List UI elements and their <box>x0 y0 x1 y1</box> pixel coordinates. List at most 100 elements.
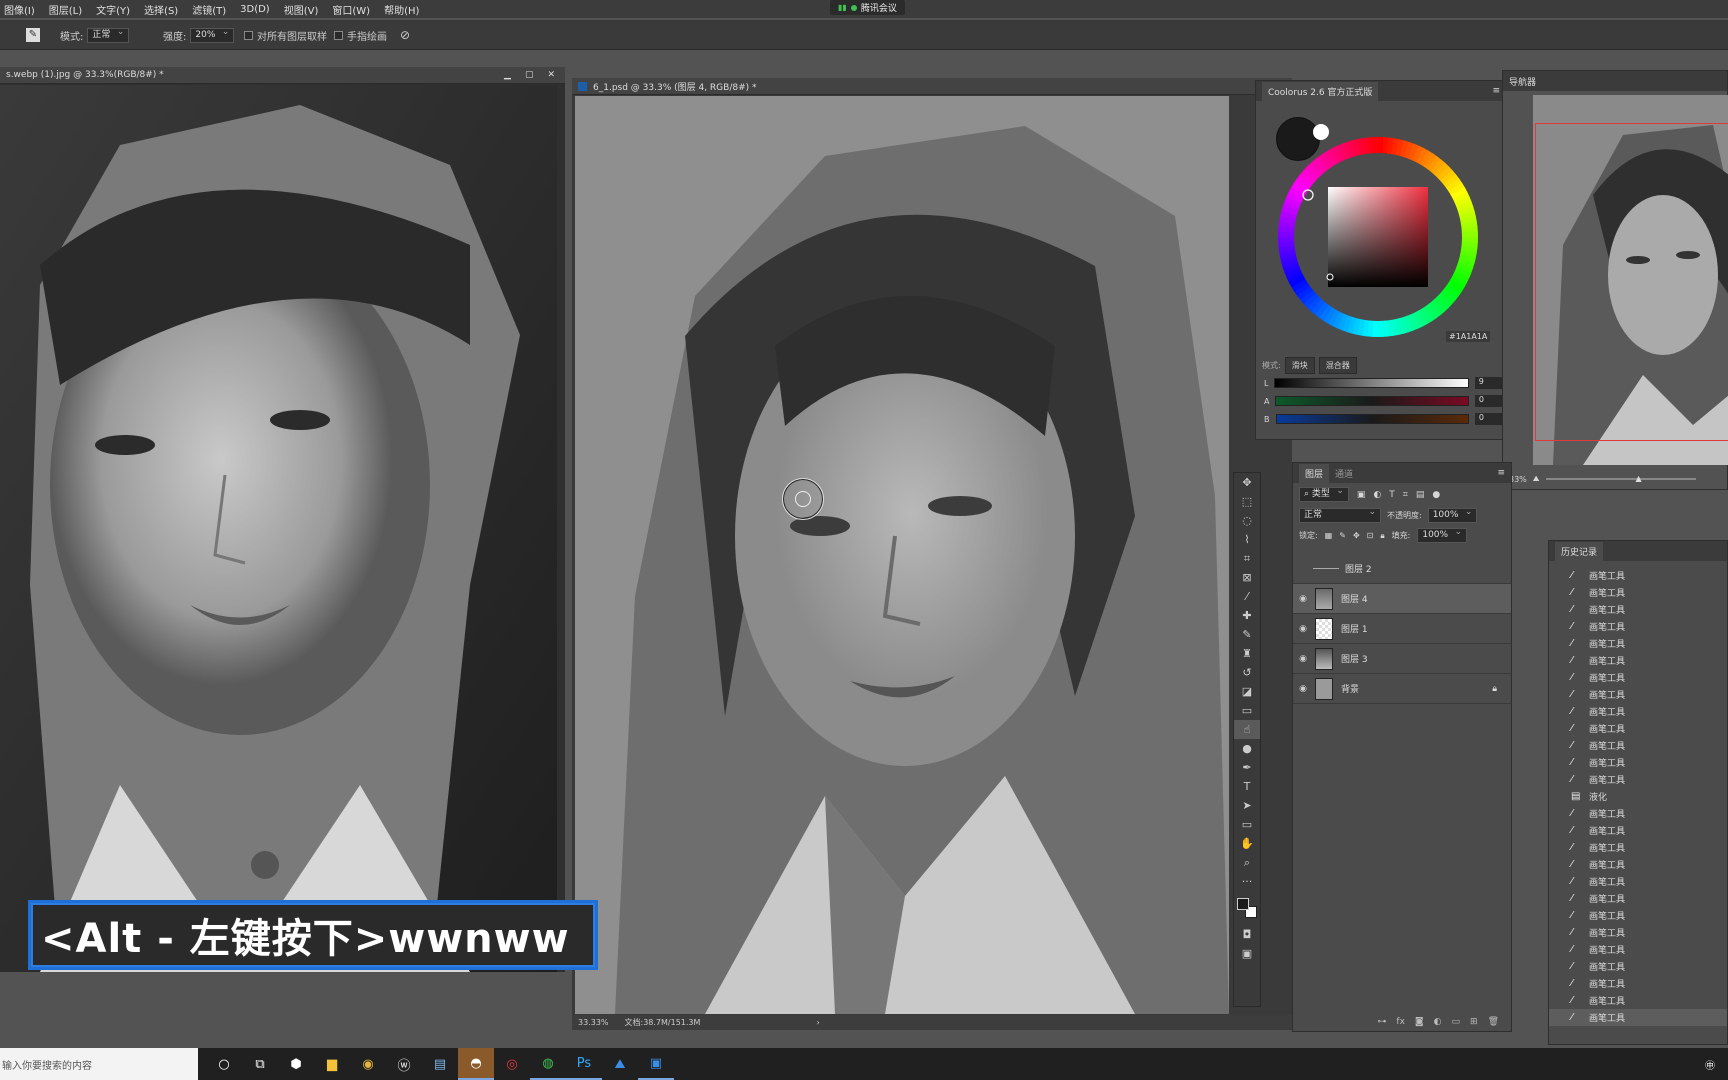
qq-icon[interactable]: ◓ <box>458 1048 494 1080</box>
current-color-swatch[interactable] <box>1276 117 1320 161</box>
menu-item[interactable]: 图层(L) <box>49 2 82 17</box>
filter-toggle-icon[interactable]: ● <box>1432 490 1440 500</box>
link-layers-icon[interactable]: ⊶ <box>1377 1017 1386 1027</box>
history-item[interactable]: ▤ 液化 <box>1549 788 1727 805</box>
history-brush-tool-icon[interactable]: ↺ <box>1234 663 1260 682</box>
healing-tool-icon[interactable]: ✚ <box>1234 606 1260 625</box>
notepad-icon[interactable]: ▤ <box>422 1048 458 1080</box>
music-icon[interactable]: ◎ <box>494 1048 530 1080</box>
history-item[interactable]: ⁄ 画笔工具 <box>1549 941 1727 958</box>
frame-tool-icon[interactable]: ⊠ <box>1234 568 1260 587</box>
a-track[interactable] <box>1275 396 1469 406</box>
dodge-tool-icon[interactable]: ● <box>1234 739 1260 758</box>
filter-select[interactable]: ⌕ 类型 <box>1299 485 1349 502</box>
history-item[interactable]: ⁄ 画笔工具 <box>1549 958 1727 975</box>
quick-select-tool-icon[interactable]: ⌇ <box>1234 530 1260 549</box>
history-item[interactable]: ⁄ 画笔工具 <box>1549 686 1727 703</box>
history-item[interactable]: ⁄ 画笔工具 <box>1549 856 1727 873</box>
history-item[interactable]: ⁄ 画笔工具 <box>1549 584 1727 601</box>
blend-mode-select[interactable]: 正常 <box>1299 506 1381 523</box>
chrome-icon[interactable]: ◉ <box>350 1048 386 1080</box>
history-item[interactable]: ⁄ 画笔工具 <box>1549 992 1727 1009</box>
layer-row[interactable]: ◉ 图层 4 <box>1293 584 1511 614</box>
b-track[interactable] <box>1275 414 1469 424</box>
taskbar-search-input[interactable]: 输入你要搜索的内容 <box>0 1048 198 1080</box>
eraser-tool-icon[interactable]: ◪ <box>1234 682 1260 701</box>
layer-name[interactable]: 图层 1 <box>1341 622 1368 635</box>
filter-pixel-icon[interactable]: ▣ <box>1357 490 1366 500</box>
type-tool-icon[interactable]: T <box>1234 777 1260 796</box>
new-layer-icon[interactable]: ⊞ <box>1470 1017 1478 1027</box>
quick-mask-icon[interactable]: ◘ <box>1234 925 1260 944</box>
layer-name[interactable]: 图层 3 <box>1341 652 1368 665</box>
layer-row[interactable]: ◉ 背景 🔒︎ <box>1293 674 1511 704</box>
tab-slider[interactable]: 滑块 <box>1284 357 1315 374</box>
slider-a[interactable]: A 0 <box>1264 395 1504 407</box>
history-item[interactable]: ⁄ 画笔工具 <box>1549 771 1727 788</box>
eye-icon[interactable]: ◉ <box>1293 684 1313 694</box>
path-select-tool-icon[interactable]: ➤ <box>1234 796 1260 815</box>
history-item[interactable]: ⁄ 画笔工具 <box>1549 975 1727 992</box>
marquee-tool-icon[interactable]: ⬚ <box>1234 492 1260 511</box>
slider-b[interactable]: B 0 <box>1264 413 1504 425</box>
smudge-tool-icon[interactable]: ✎ <box>26 28 40 42</box>
tab-channels[interactable]: 通道 <box>1329 464 1359 483</box>
tab-layers[interactable]: 图层 <box>1299 463 1330 483</box>
history-item[interactable]: ⁄ 画笔工具 <box>1549 1009 1727 1026</box>
history-item[interactable]: ⁄ 画笔工具 <box>1549 720 1727 737</box>
app-shield-icon[interactable]: ⬢ <box>278 1048 314 1080</box>
mode-select[interactable]: 正常 <box>87 26 130 43</box>
color-wheel[interactable] <box>1278 137 1478 337</box>
photos-icon[interactable]: ⛰ <box>602 1048 638 1080</box>
history-item[interactable]: ⁄ 画笔工具 <box>1549 703 1727 720</box>
b-value[interactable]: 0 <box>1474 413 1504 425</box>
history-item[interactable]: ⁄ 画笔工具 <box>1549 669 1727 686</box>
history-item[interactable]: ⁄ 画笔工具 <box>1549 805 1727 822</box>
history-item[interactable]: ⁄ 画笔工具 <box>1549 601 1727 618</box>
sample-all-checkbox[interactable] <box>244 31 253 40</box>
zoom-slider[interactable]: ▲ <box>1545 474 1696 483</box>
shape-tool-icon[interactable]: ▭ <box>1234 815 1260 834</box>
history-item[interactable]: ⁄ 画笔工具 <box>1549 907 1727 924</box>
maximize-icon[interactable]: ▢ <box>525 70 534 80</box>
new-group-icon[interactable]: ▭ <box>1452 1017 1461 1027</box>
history-item[interactable]: ⁄ 画笔工具 <box>1549 652 1727 669</box>
menu-item[interactable]: 图像(I) <box>4 2 35 17</box>
smudge-tool-icon[interactable]: ☝ <box>1234 720 1260 739</box>
fill-select[interactable]: 100% <box>1417 526 1468 543</box>
move-tool-icon[interactable]: ✥ <box>1234 473 1260 492</box>
status-arrow-icon[interactable]: › <box>816 1018 819 1027</box>
l-track[interactable] <box>1274 378 1469 388</box>
view-box[interactable] <box>1535 123 1728 441</box>
layer-name[interactable]: 图层 4 <box>1341 592 1368 605</box>
slider-l[interactable]: L 9 <box>1264 377 1504 389</box>
navigator-preview[interactable] <box>1533 95 1728 465</box>
tab-mixer[interactable]: 混合器 <box>1318 357 1357 374</box>
pressure-icon[interactable]: ⊘ <box>400 28 410 42</box>
fx-icon[interactable]: fx <box>1396 1017 1405 1027</box>
lock-position-icon[interactable]: ✥ <box>1353 531 1360 540</box>
layer-name[interactable]: 背景 <box>1341 682 1359 695</box>
lock-transparency-icon[interactable]: ▦ <box>1325 531 1333 540</box>
hand-tool-icon[interactable]: ✋ <box>1234 834 1260 853</box>
zoom-out-icon[interactable]: ⛰ <box>1533 474 1540 484</box>
history-item[interactable]: ⁄ 画笔工具 <box>1549 754 1727 771</box>
history-item[interactable]: ⁄ 画笔工具 <box>1549 737 1727 754</box>
menu-item[interactable]: 3D(D) <box>240 4 270 15</box>
layer-row[interactable]: 图层 2 <box>1293 554 1511 584</box>
eyedropper-tool-icon[interactable]: ⁄ <box>1234 587 1260 606</box>
meeting-indicator[interactable]: ▮▮ 腾讯会议 <box>830 0 905 15</box>
menu-item[interactable]: 帮助(H) <box>384 2 419 17</box>
delete-layer-icon[interactable]: 🗑︎ <box>1488 1017 1499 1027</box>
eye-icon[interactable]: ◉ <box>1293 624 1313 634</box>
hex-readout[interactable]: #1A1A1A <box>1446 331 1491 342</box>
filter-type-icon[interactable]: T <box>1389 490 1395 500</box>
history-item[interactable]: ⁄ 画笔工具 <box>1549 618 1727 635</box>
task-view-icon[interactable]: ⧉ <box>242 1048 278 1080</box>
painting-canvas[interactable] <box>575 96 1229 1014</box>
menu-item[interactable]: 窗口(W) <box>332 2 370 17</box>
cortana-icon[interactable]: ○ <box>206 1048 242 1080</box>
history-item[interactable]: ⁄ 画笔工具 <box>1549 635 1727 652</box>
zoom-readout[interactable]: 33.33% <box>578 1018 609 1027</box>
l-value[interactable]: 9 <box>1474 377 1504 389</box>
